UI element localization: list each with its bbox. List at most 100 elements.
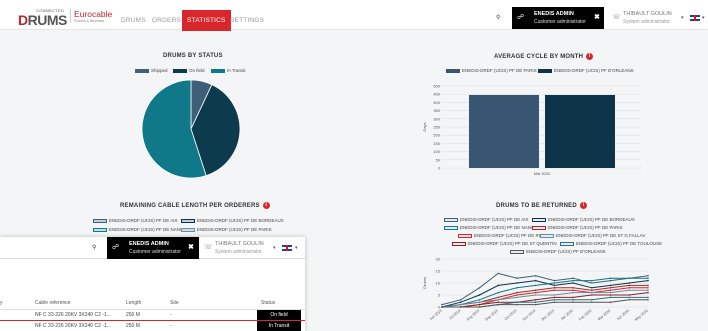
data-point[interactable] [609, 291, 612, 294]
connected-drums-logo[interactable]: CONNECTED DRUMS [18, 8, 68, 28]
legend-item[interactable]: ENEDIS-DRDF (UCIS) PF DE NANCY [444, 225, 537, 230]
data-point[interactable] [647, 296, 649, 299]
data-point[interactable] [441, 306, 443, 308]
bar-1[interactable] [545, 95, 615, 168]
data-point[interactable] [516, 291, 518, 294]
data-point[interactable] [591, 279, 593, 282]
legend-item[interactable]: ENEDIS-DRDF (UCIS) PF DE BORDEAUX [532, 217, 635, 222]
info-icon[interactable]: i [586, 53, 594, 60]
data-point[interactable] [478, 299, 481, 301]
language-flag-icon[interactable] [282, 245, 292, 251]
data-point[interactable] [628, 287, 631, 289]
data-point[interactable] [478, 306, 481, 308]
column-header-site[interactable]: Site [170, 300, 179, 306]
data-point[interactable] [572, 299, 574, 301]
close-icon[interactable]: ✖ [188, 243, 194, 251]
data-point[interactable] [628, 294, 631, 296]
legend-item[interactable]: ENEDIS-DRDF (UCIS) PF DE PARIS [532, 225, 623, 230]
data-point[interactable] [497, 301, 499, 303]
data-point[interactable] [647, 275, 649, 277]
data-point[interactable] [647, 291, 649, 294]
data-point[interactable] [516, 294, 518, 296]
legend-item[interactable]: ENEDIS-DRDF (UCIS) PF DE TOULOUSE [560, 241, 662, 246]
data-point[interactable] [609, 296, 612, 299]
data-point[interactable] [516, 303, 518, 306]
data-point[interactable] [609, 279, 612, 282]
data-point[interactable] [534, 299, 537, 301]
data-point[interactable] [516, 282, 518, 284]
legend-item-on-field[interactable]: On field [173, 68, 205, 73]
chevron-down-icon[interactable]: ▾ [273, 245, 276, 251]
user-menu[interactable]: ☏ THIBAULT GOULIN System administrator [202, 239, 272, 257]
language-flag-icon[interactable] [690, 15, 700, 21]
data-point[interactable] [534, 301, 537, 303]
legend-item[interactable]: ENEDIS-DRDF (UCIS) PF DE ST QUENTIN [452, 241, 557, 246]
data-point[interactable] [553, 282, 556, 284]
data-point[interactable] [478, 287, 481, 289]
data-point[interactable] [609, 294, 612, 296]
data-point[interactable] [497, 284, 499, 287]
legend-item-bordeaux[interactable]: ENEDIS-DRDF (UCIS) PF DE BORDEAUX [181, 218, 284, 223]
table-row[interactable]: NF C 33-226 20KV 3X240 C2 -1... 250 M - … [0, 320, 305, 331]
data-point[interactable] [497, 296, 499, 299]
data-point[interactable] [591, 299, 593, 301]
data-point[interactable] [534, 303, 537, 306]
bar-0[interactable] [469, 95, 539, 168]
data-point[interactable] [647, 279, 649, 282]
legend-item-paris[interactable]: ENEDIS-DRDF (UCIS) PF DE PARIS [181, 227, 272, 232]
data-point[interactable] [553, 284, 556, 287]
data-point[interactable] [516, 287, 518, 289]
table-row[interactable]: NF C 33-226 20KV 3X240 C2 -1... 250 M - … [0, 309, 305, 320]
data-point[interactable] [591, 294, 593, 296]
data-point[interactable] [628, 296, 631, 299]
data-point[interactable] [628, 282, 631, 284]
data-point[interactable] [553, 279, 556, 282]
data-point[interactable] [534, 289, 537, 291]
data-point[interactable] [591, 287, 593, 289]
data-point[interactable] [628, 299, 631, 301]
data-point[interactable] [478, 303, 481, 306]
data-point[interactable] [497, 303, 499, 306]
data-point[interactable] [497, 291, 499, 294]
data-point[interactable] [534, 294, 537, 296]
data-point[interactable] [609, 277, 612, 279]
legend-item-shipped[interactable]: Shipped [135, 68, 168, 73]
search-icon[interactable]: ⚲ [496, 14, 500, 21]
column-header-cable-reference[interactable]: Cable reference [35, 300, 71, 306]
data-point[interactable] [628, 289, 631, 291]
data-point[interactable] [609, 284, 612, 287]
data-point[interactable] [459, 299, 462, 301]
legend-item-in-transit[interactable]: In Transit [211, 68, 246, 73]
data-point[interactable] [609, 301, 612, 303]
data-point[interactable] [591, 289, 593, 291]
data-point[interactable] [553, 294, 556, 296]
data-point[interactable] [628, 277, 631, 279]
data-point[interactable] [516, 296, 518, 299]
data-point[interactable] [553, 289, 556, 291]
column-header-status[interactable]: Status [261, 300, 275, 306]
data-point[interactable] [572, 301, 574, 303]
data-point[interactable] [572, 282, 574, 284]
nav-statistics[interactable]: STATISTICS [182, 10, 231, 31]
language-chevron-icon[interactable]: ▾ [295, 245, 298, 251]
chevron-down-icon[interactable]: ▾ [681, 15, 684, 21]
data-point[interactable] [647, 299, 649, 301]
data-point[interactable] [572, 279, 574, 282]
data-point[interactable] [591, 291, 593, 294]
data-point[interactable] [497, 299, 499, 301]
legend-item[interactable]: ENEDIS-DRDF (UCIS) PF DE RIOM [458, 233, 547, 238]
data-point[interactable] [497, 272, 499, 275]
data-point[interactable] [609, 287, 612, 289]
legend-item[interactable]: ENEDIS-DRDF (UCIS) PF DE AIX [444, 217, 529, 222]
nav-orders[interactable]: ORDERS [152, 10, 181, 31]
data-point[interactable] [553, 296, 556, 299]
data-point[interactable] [647, 289, 649, 291]
user-menu[interactable]: ☏ THIBAULT GOULIN System administrator [610, 9, 680, 27]
data-point[interactable] [534, 279, 537, 282]
nav-settings[interactable]: SETTINGS [230, 10, 264, 31]
data-point[interactable] [534, 284, 537, 287]
data-point[interactable] [572, 296, 574, 299]
data-point[interactable] [553, 287, 556, 289]
data-point[interactable] [534, 291, 537, 294]
legend-item-nancy[interactable]: ENEDIS-DRDF (UCIS) PF DE NANCY [93, 227, 186, 232]
